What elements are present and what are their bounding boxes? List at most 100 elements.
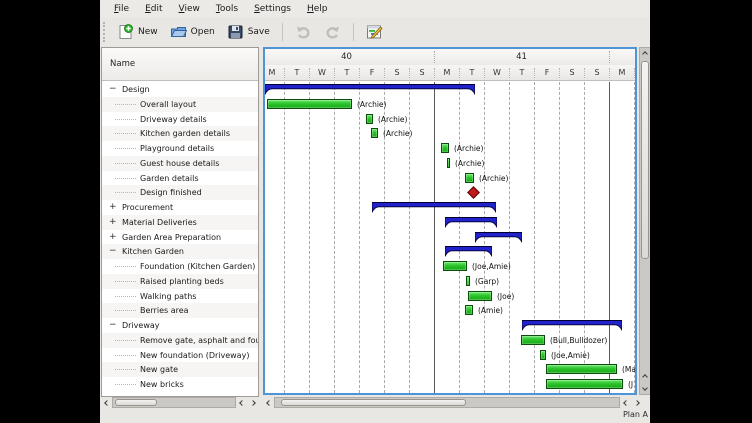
tree-row[interactable]: Berries area: [102, 303, 258, 318]
tree-horizontal-scrollbar[interactable]: [101, 397, 259, 408]
tree-row[interactable]: Foundation (Kitchen Garden): [102, 259, 258, 274]
gantt-scroll-right-button[interactable]: [631, 397, 642, 408]
edit-gantt-icon: [366, 24, 383, 40]
week-number-label: 41: [516, 49, 527, 65]
tree-row[interactable]: Remove gate, asphalt and fou: [102, 333, 258, 348]
menu-item-help[interactable]: Help: [299, 2, 336, 16]
tree-row[interactable]: +Garden Area Preparation: [102, 230, 258, 245]
tree-guide-line: [115, 104, 136, 105]
menu-item-view[interactable]: View: [171, 2, 208, 16]
open-button[interactable]: Open: [164, 21, 221, 43]
collapse-icon[interactable]: −: [109, 244, 119, 258]
horizontal-scrollbars: [100, 397, 650, 408]
tree-scroll-left-button-2[interactable]: [236, 397, 247, 408]
gantt-row: [265, 200, 635, 215]
summary-bar[interactable]: [475, 232, 522, 243]
gantt-vertical-scrollbar[interactable]: [639, 47, 650, 395]
summary-bar[interactable]: [522, 320, 622, 331]
scroll-up-button-2[interactable]: [640, 371, 650, 382]
task-bar[interactable]: [465, 305, 473, 315]
tree-scroll-track[interactable]: [112, 397, 236, 408]
gantt-scroll-left-button-2[interactable]: [620, 397, 631, 408]
gantt-row: (Garp): [265, 274, 635, 289]
tree-row[interactable]: Garden details: [102, 171, 258, 186]
summary-bar[interactable]: [445, 217, 497, 228]
tree-row[interactable]: −Driveway: [102, 318, 258, 333]
status-text: Plan A: [623, 410, 648, 419]
task-bar[interactable]: [366, 114, 373, 124]
summary-bar[interactable]: [372, 202, 496, 213]
day-letter-label: T: [345, 65, 350, 81]
tree-row[interactable]: +Material Deliveries: [102, 215, 258, 230]
tree-scroll-left-button[interactable]: [101, 397, 112, 408]
tree-row[interactable]: New gate: [102, 362, 258, 377]
task-bar[interactable]: [465, 173, 474, 183]
tree-row[interactable]: Raised planting beds: [102, 274, 258, 289]
menu-item-file[interactable]: File: [106, 2, 137, 16]
tree-scroll-thumb[interactable]: [115, 399, 157, 406]
task-bar[interactable]: [267, 99, 352, 109]
tree-row[interactable]: New foundation (Driveway): [102, 348, 258, 363]
tree-column-header-name[interactable]: Name: [102, 48, 258, 81]
gantt-horizontal-scrollbar[interactable]: [263, 397, 650, 408]
collapse-icon[interactable]: −: [109, 318, 119, 332]
gantt-scroll-thumb[interactable]: [281, 399, 466, 406]
summary-bar[interactable]: [265, 84, 475, 95]
vertical-scroll-thumb[interactable]: [641, 61, 649, 259]
tree-item-label: New bricks: [140, 377, 184, 392]
toolbar-grip[interactable]: [103, 22, 107, 42]
task-bar[interactable]: [371, 128, 378, 138]
gantt-row: (Joe,Amie): [265, 348, 635, 363]
tree-scroll-right-button[interactable]: [247, 397, 258, 408]
task-bar[interactable]: [441, 143, 449, 153]
tree-row[interactable]: −Design: [102, 82, 258, 97]
tree-row[interactable]: −Kitchen Garden: [102, 244, 258, 259]
edit-gantt-button[interactable]: [360, 21, 389, 43]
tree-item-label: Kitchen garden details: [140, 126, 230, 141]
task-bar[interactable]: [466, 276, 470, 286]
tree-guide-line: [115, 310, 136, 311]
save-button[interactable]: Save: [221, 21, 276, 43]
expand-icon[interactable]: +: [109, 200, 119, 214]
tree-row[interactable]: New bricks: [102, 377, 258, 392]
scroll-up-button[interactable]: [640, 48, 650, 59]
tree-item-label: Berries area: [140, 303, 189, 318]
menu-item-settings[interactable]: Settings: [246, 2, 299, 16]
tree-item-label: Driveway details: [140, 112, 207, 127]
week-number-label: 40: [341, 49, 352, 65]
redo-button[interactable]: [318, 21, 347, 43]
task-bar[interactable]: [546, 379, 623, 389]
tree-row[interactable]: Walking paths: [102, 289, 258, 304]
new-button[interactable]: New: [111, 21, 164, 43]
tree-guide-line: [115, 163, 136, 164]
tree-row[interactable]: Overall layout: [102, 97, 258, 112]
task-bar[interactable]: [447, 158, 450, 168]
scroll-down-button[interactable]: [640, 382, 650, 393]
menu-item-tools[interactable]: Tools: [208, 2, 246, 16]
tree-item-label: Playground details: [140, 141, 214, 156]
undo-button[interactable]: [289, 21, 318, 43]
tree-row[interactable]: +Procurement: [102, 200, 258, 215]
task-bar[interactable]: [443, 261, 467, 271]
summary-bar[interactable]: [445, 246, 492, 257]
collapse-icon[interactable]: −: [109, 82, 119, 96]
task-bar[interactable]: [540, 350, 546, 360]
chevron-down-icon: [642, 385, 648, 391]
task-bar[interactable]: [468, 291, 492, 301]
tree-row[interactable]: Driveway details: [102, 112, 258, 127]
new-document-icon: [117, 24, 134, 40]
gantt-scroll-left-button[interactable]: [263, 397, 274, 408]
tree-row[interactable]: Playground details: [102, 141, 258, 156]
tree-row[interactable]: Guest house details: [102, 156, 258, 171]
milestone-diamond[interactable]: [467, 186, 480, 199]
expand-icon[interactable]: +: [109, 215, 119, 229]
tree-row[interactable]: Kitchen garden details: [102, 126, 258, 141]
task-bar[interactable]: [521, 335, 545, 345]
tree-row[interactable]: Design finished: [102, 185, 258, 200]
week-separator: [434, 51, 435, 63]
expand-icon[interactable]: +: [109, 230, 119, 244]
tree-guide-line: [115, 340, 136, 341]
menu-item-edit[interactable]: Edit: [137, 2, 170, 16]
gantt-scroll-track[interactable]: [274, 397, 620, 408]
task-bar[interactable]: [546, 364, 617, 374]
